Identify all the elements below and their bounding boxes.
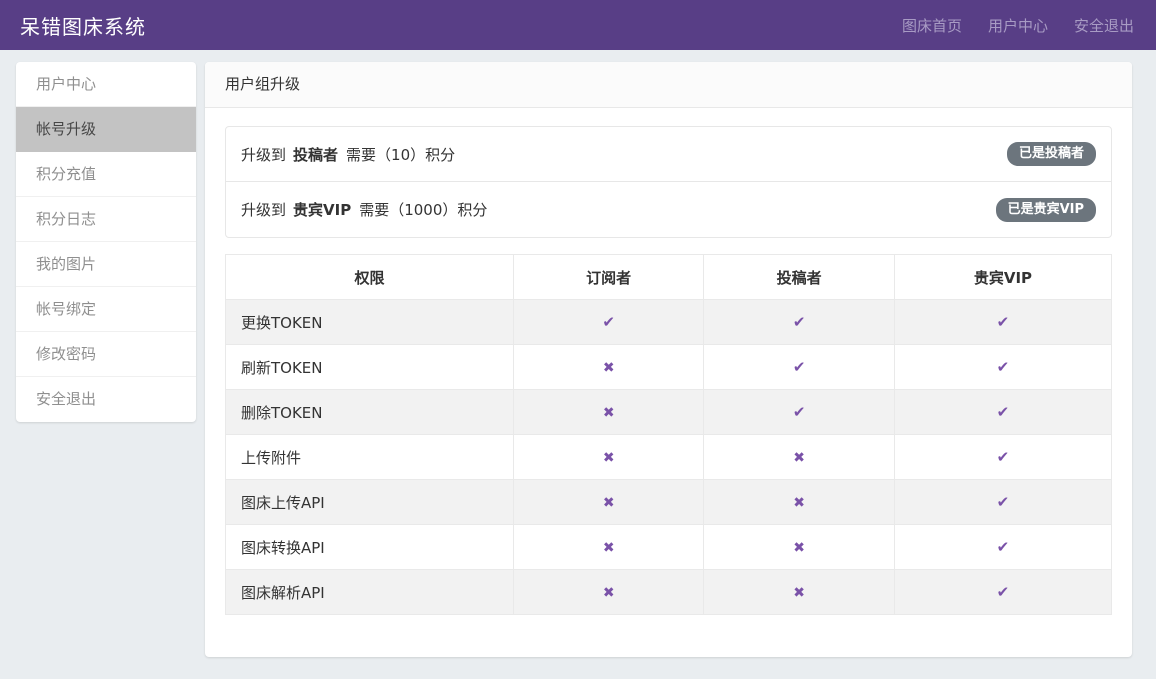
- upgrade-row-vip: 升级到贵宾VIP 需要（1000）积分 已是贵宾VIP: [226, 182, 1111, 237]
- permission-cell: ✔: [704, 300, 894, 345]
- permission-cell: ✖: [513, 435, 703, 480]
- panel-body: 升级到投稿者需要（10）积分已是投稿者升级到贵宾VIP需要（1000）积分已是贵…: [205, 108, 1132, 651]
- status-badge-contributor: 已是投稿者: [1007, 142, 1096, 166]
- upgrade-requirement: 需要（10）积分: [346, 144, 455, 165]
- upgrade-group-name: 投稿者: [293, 144, 338, 165]
- upgrade-row-contributor: 升级到投稿者需要（10）积分 已是投稿者: [226, 127, 1111, 182]
- permission-cell: ✖: [704, 570, 894, 615]
- column-header-subscriber: 订阅者: [513, 255, 703, 300]
- permission-cell: ✔: [894, 345, 1111, 390]
- permission-label: 刷新TOKEN: [226, 345, 514, 390]
- column-header-vip: 贵宾VIP: [894, 255, 1111, 300]
- sidebar-item-change-password[interactable]: 修改密码: [16, 332, 196, 377]
- permission-cell: ✔: [704, 345, 894, 390]
- permissions-table-body: 更换TOKEN✔✔✔刷新TOKEN✖✔✔删除TOKEN✖✔✔上传附件✖✖✔图床上…: [226, 300, 1112, 615]
- permission-cell: ✖: [513, 570, 703, 615]
- permission-label: 删除TOKEN: [226, 390, 514, 435]
- table-row: 上传附件 ✖ ✖ ✔: [226, 435, 1112, 480]
- sidebar-item-points-log[interactable]: 积分日志: [16, 197, 196, 242]
- check-icon: ✔: [997, 313, 1010, 331]
- table-row: 刷新TOKEN ✖ ✔ ✔: [226, 345, 1112, 390]
- permission-cell: ✔: [894, 435, 1111, 480]
- cross-icon: ✖: [603, 405, 615, 421]
- permissions-table-head: 权限订阅者投稿者贵宾VIP: [226, 255, 1112, 300]
- sidebar-item-points-recharge[interactable]: 积分充值: [16, 152, 196, 197]
- permission-cell: ✖: [704, 525, 894, 570]
- check-icon: ✔: [997, 448, 1010, 466]
- permission-cell: ✔: [894, 570, 1111, 615]
- permission-cell: ✖: [704, 480, 894, 525]
- brand-title: 呆错图床系统: [20, 11, 146, 40]
- upgrade-requirement: 需要（1000）积分: [359, 199, 487, 220]
- check-icon: ✔: [793, 403, 806, 421]
- upgrade-group-name: 贵宾VIP: [293, 199, 351, 220]
- upgrade-prefix: 升级到: [241, 144, 286, 165]
- panel-title: 用户组升级: [205, 62, 1132, 108]
- sidebar-item-my-images[interactable]: 我的图片: [16, 242, 196, 287]
- sidebar-item-account-upgrade[interactable]: 帐号升级: [16, 107, 196, 152]
- main-panel: 用户组升级 升级到投稿者需要（10）积分已是投稿者升级到贵宾VIP需要（1000…: [205, 62, 1132, 657]
- permission-label: 图床上传API: [226, 480, 514, 525]
- cross-icon: ✖: [793, 450, 805, 466]
- permission-cell: ✖: [513, 525, 703, 570]
- permission-cell: ✖: [513, 345, 703, 390]
- table-row: 图床上传API ✖ ✖ ✔: [226, 480, 1112, 525]
- permission-label: 图床解析API: [226, 570, 514, 615]
- check-icon: ✔: [997, 583, 1010, 601]
- cross-icon: ✖: [603, 495, 615, 511]
- cross-icon: ✖: [793, 495, 805, 511]
- check-icon: ✔: [997, 358, 1010, 376]
- sidebar: 用户中心帐号升级积分充值积分日志我的图片帐号绑定修改密码安全退出: [16, 62, 196, 422]
- upgrade-prefix: 升级到: [241, 199, 286, 220]
- nav-link-user-center[interactable]: 用户中心: [988, 15, 1048, 36]
- cross-icon: ✖: [603, 360, 615, 376]
- nav-link-home[interactable]: 图床首页: [902, 15, 962, 36]
- permissions-table: 权限订阅者投稿者贵宾VIP 更换TOKEN✔✔✔刷新TOKEN✖✔✔删除TOKE…: [225, 254, 1112, 615]
- check-icon: ✔: [793, 313, 806, 331]
- upgrade-box: 升级到投稿者需要（10）积分已是投稿者升级到贵宾VIP需要（1000）积分已是贵…: [225, 126, 1112, 238]
- nav-link-logout[interactable]: 安全退出: [1074, 15, 1134, 36]
- table-row: 图床解析API ✖ ✖ ✔: [226, 570, 1112, 615]
- check-icon: ✔: [997, 538, 1010, 556]
- table-row: 删除TOKEN ✖ ✔ ✔: [226, 390, 1112, 435]
- permission-cell: ✔: [513, 300, 703, 345]
- page-layout: 用户中心帐号升级积分充值积分日志我的图片帐号绑定修改密码安全退出 用户组升级 升…: [0, 50, 1156, 657]
- cross-icon: ✖: [603, 450, 615, 466]
- permission-label: 上传附件: [226, 435, 514, 480]
- check-icon: ✔: [997, 493, 1010, 511]
- permission-cell: ✔: [894, 300, 1111, 345]
- column-header-contributor: 投稿者: [704, 255, 894, 300]
- permission-cell: ✔: [704, 390, 894, 435]
- check-icon: ✔: [793, 358, 806, 376]
- permission-cell: ✖: [704, 435, 894, 480]
- table-header-row: 权限订阅者投稿者贵宾VIP: [226, 255, 1112, 300]
- cross-icon: ✖: [603, 585, 615, 601]
- permission-cell: ✔: [894, 390, 1111, 435]
- permission-label: 更换TOKEN: [226, 300, 514, 345]
- table-row: 图床转换API ✖ ✖ ✔: [226, 525, 1112, 570]
- sidebar-item-logout[interactable]: 安全退出: [16, 377, 196, 422]
- permission-cell: ✔: [894, 525, 1111, 570]
- check-icon: ✔: [602, 313, 615, 331]
- column-header-permission: 权限: [226, 255, 514, 300]
- permission-cell: ✖: [513, 390, 703, 435]
- cross-icon: ✖: [793, 540, 805, 556]
- permission-cell: ✖: [513, 480, 703, 525]
- status-badge-vip: 已是贵宾VIP: [996, 198, 1096, 222]
- permission-cell: ✔: [894, 480, 1111, 525]
- top-bar: 呆错图床系统 图床首页 用户中心 安全退出: [0, 0, 1156, 50]
- header-nav: 图床首页 用户中心 安全退出: [902, 15, 1134, 36]
- table-row: 更换TOKEN ✔ ✔ ✔: [226, 300, 1112, 345]
- sidebar-item-user-center[interactable]: 用户中心: [16, 62, 196, 107]
- permission-label: 图床转换API: [226, 525, 514, 570]
- sidebar-item-account-binding[interactable]: 帐号绑定: [16, 287, 196, 332]
- cross-icon: ✖: [793, 585, 805, 601]
- cross-icon: ✖: [603, 540, 615, 556]
- check-icon: ✔: [997, 403, 1010, 421]
